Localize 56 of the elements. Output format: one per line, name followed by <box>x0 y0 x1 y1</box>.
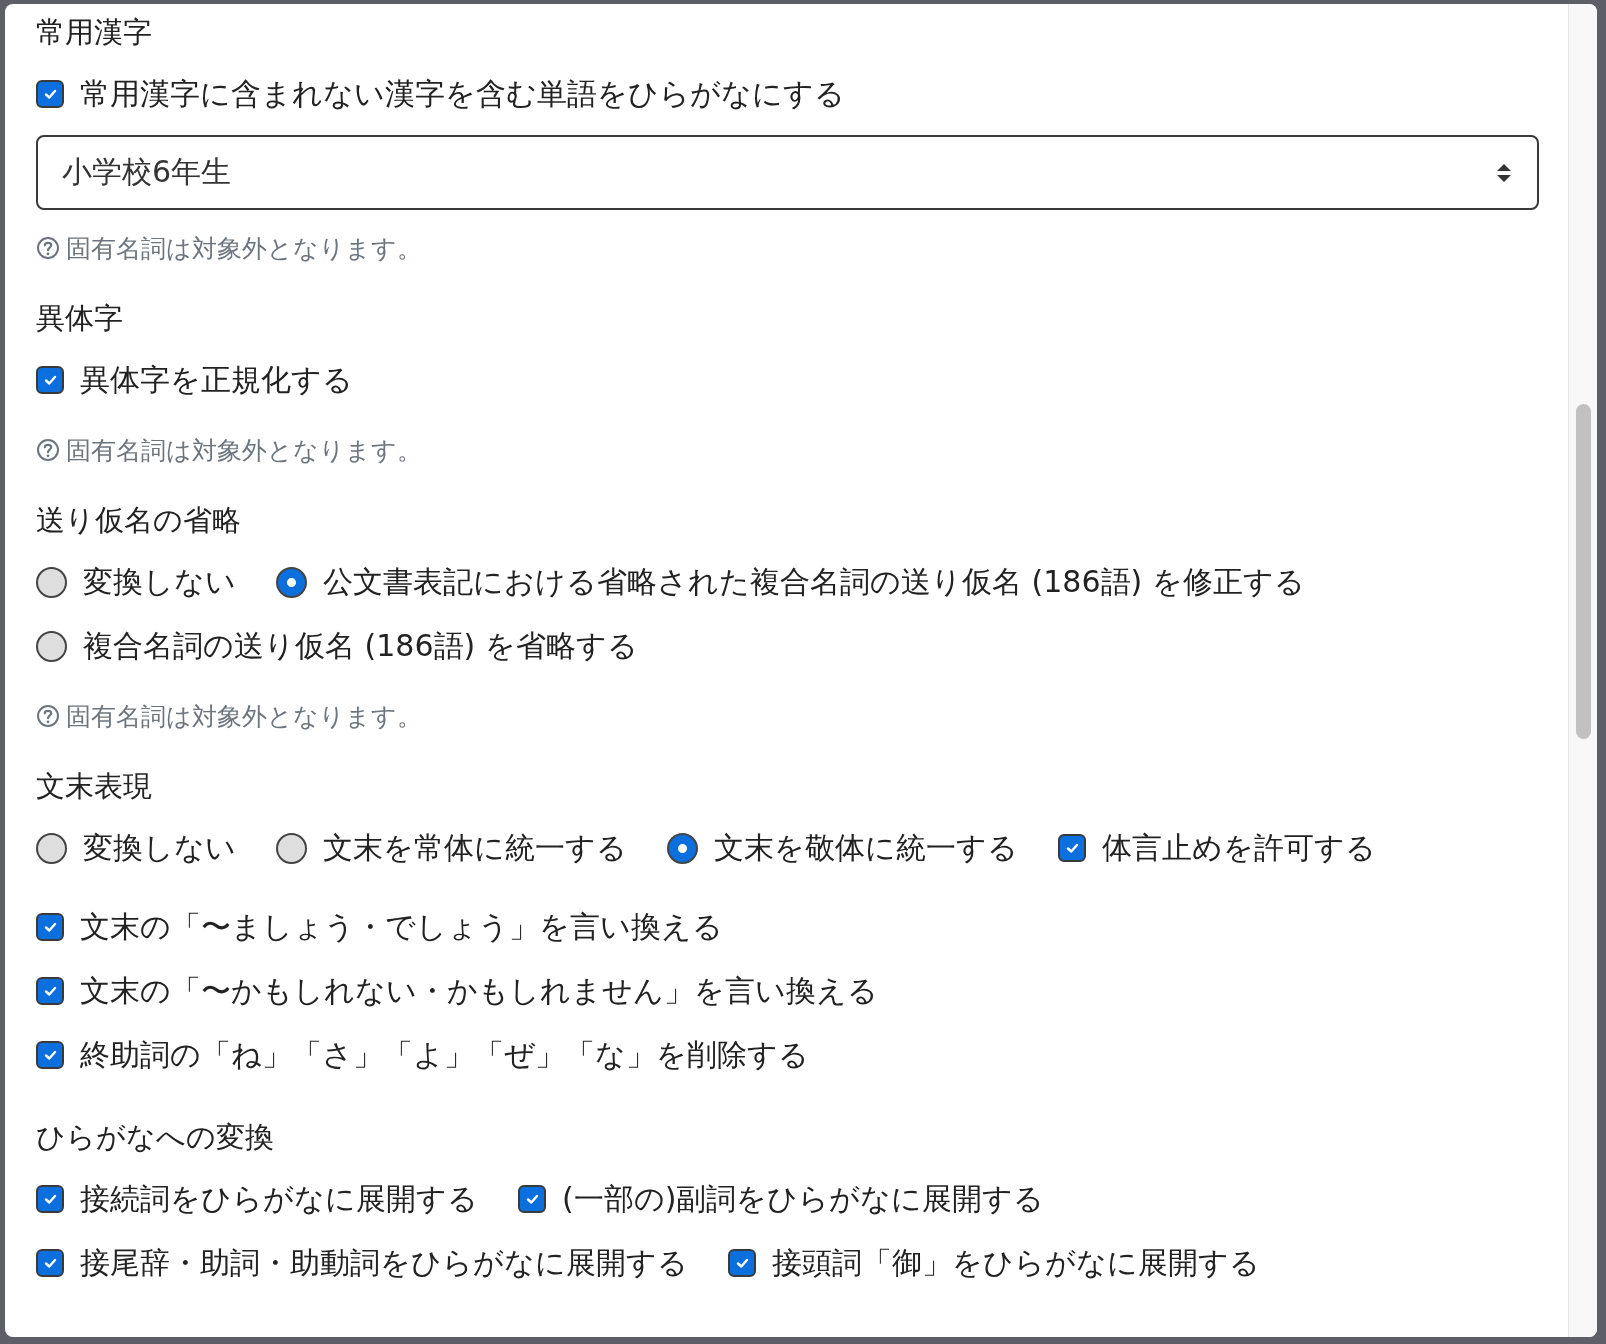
section-title: ひらがなへの変換 <box>36 1119 275 1156</box>
option-label: 公文書表記における省略された複合名詞の送り仮名 (186語) を修正する <box>323 563 1305 601</box>
checkbox[interactable] <box>518 1185 546 1213</box>
help-text: 固有名詞は対象外となります。 <box>66 434 422 467</box>
option-label: 文末の「〜かもしれない・かもしれません」を言い換える <box>80 972 878 1010</box>
option-label: 常用漢字に含まれない漢字を含む単語をひらがなにする <box>80 75 845 113</box>
checkbox[interactable] <box>728 1249 756 1277</box>
option-label: 接頭詞「御」をひらがなに展開する <box>772 1244 1260 1282</box>
check-icon <box>42 1048 58 1062</box>
section-title: 常用漢字 <box>36 14 153 51</box>
option-label: 接尾辞・助詞・助動詞をひらがなに展開する <box>80 1244 688 1282</box>
check-icon <box>42 920 58 934</box>
checkbox[interactable] <box>36 977 64 1005</box>
radio-button[interactable] <box>276 832 307 864</box>
check-icon <box>734 1256 750 1270</box>
radio-button[interactable] <box>667 832 698 864</box>
sort-arrows-icon <box>1495 161 1513 184</box>
check-icon <box>42 373 58 387</box>
radio-button[interactable] <box>36 832 67 864</box>
check-icon <box>1064 841 1080 855</box>
option-label: 異体字を正規化する <box>80 361 353 399</box>
help-icon <box>36 704 60 728</box>
option-label: 複合名詞の送り仮名 (186語) を省略する <box>83 627 638 665</box>
section-title: 異体字 <box>36 300 124 337</box>
checkbox[interactable] <box>36 1185 64 1213</box>
help-icon <box>36 236 60 260</box>
section-title: 文末表現 <box>36 768 153 805</box>
option-label: 終助詞の「ね」「さ」「よ」「ぜ」「な」を削除する <box>80 1036 809 1074</box>
checkbox[interactable] <box>36 913 64 941</box>
option-label: 変換しない <box>83 829 236 867</box>
checkbox[interactable] <box>36 1041 64 1069</box>
checkbox[interactable] <box>36 80 64 108</box>
section-title: 送り仮名の省略 <box>36 502 242 539</box>
help-text: 固有名詞は対象外となります。 <box>66 700 422 733</box>
dropdown[interactable]: 小学校6年生 <box>36 135 1539 210</box>
checkbox[interactable] <box>1058 834 1086 862</box>
help-icon <box>36 438 60 462</box>
help-text: 固有名詞は対象外となります。 <box>66 232 422 265</box>
option-label: 接続詞をひらがなに展開する <box>80 1180 478 1218</box>
check-icon <box>42 1256 58 1270</box>
scrollbar-thumb[interactable] <box>1576 404 1591 739</box>
check-icon <box>42 984 58 998</box>
checkbox[interactable] <box>36 1249 64 1277</box>
radio-button[interactable] <box>36 630 67 662</box>
option-label: 文末を常体に統一する <box>323 829 627 867</box>
option-label: 文末を敬体に統一する <box>714 829 1018 867</box>
option-label: 文末の「〜ましょう・でしょう」を言い換える <box>80 908 723 946</box>
checkbox[interactable] <box>36 366 64 394</box>
check-icon <box>524 1192 540 1206</box>
option-label: (一部の)副詞をひらがなに展開する <box>562 1180 1045 1218</box>
radio-button[interactable] <box>276 566 307 598</box>
check-icon <box>42 1192 58 1206</box>
option-label: 変換しない <box>83 563 236 601</box>
check-icon <box>42 87 58 101</box>
option-label: 体言止めを許可する <box>1102 829 1376 867</box>
radio-button[interactable] <box>36 566 67 598</box>
